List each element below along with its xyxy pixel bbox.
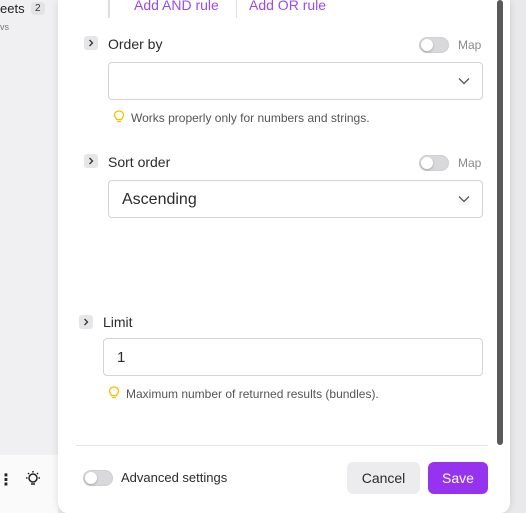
cancel-button[interactable]: Cancel [347,462,420,494]
chevron-down-icon [458,78,470,85]
order-by-map-label: Map [458,38,482,52]
order-by-select[interactable] [108,62,483,100]
background-app-count-badge: 2 [31,2,45,15]
lightbulb-icon [108,386,120,399]
sort-order-map-toggle[interactable] [419,155,449,171]
background-app-title: eets [0,1,25,16]
save-button[interactable]: Save [428,462,488,494]
sort-order-label: Sort order [108,154,171,170]
sort-order-map-label: Map [458,156,482,170]
chevron-right-icon [89,157,94,165]
limit-hint: Maximum number of returned results (bund… [108,386,379,401]
limit-expand-toggle[interactable] [79,315,93,329]
chevron-down-icon [458,196,470,203]
lightbulb-icon [113,110,125,123]
add-or-rule-link[interactable]: Add OR rule [249,0,326,13]
advanced-settings-toggle[interactable] [83,470,113,486]
chevron-right-icon [84,318,89,326]
order-by-expand-toggle[interactable] [84,36,98,50]
more-vertical-icon[interactable]: ⋮ [0,470,14,490]
sort-order-expand-toggle[interactable] [84,154,98,168]
advanced-settings-label: Advanced settings [121,470,228,485]
order-by-label: Order by [108,36,163,52]
order-by-map-toggle[interactable] [419,37,449,53]
panel-scrollbar[interactable] [497,0,503,445]
order-by-hint-text: Works properly only for numbers and stri… [131,111,370,125]
rule-links-group [108,0,110,18]
footer-divider [76,445,488,446]
limit-input-value: 1 [117,349,126,366]
chevron-right-icon [89,39,94,47]
rule-links-divider [236,0,237,18]
limit-label: Limit [103,314,133,330]
add-and-rule-link[interactable]: Add AND rule [134,0,219,13]
background-app-subtitle: vs [0,22,9,32]
limit-input[interactable]: 1 [103,338,483,376]
order-by-hint: Works properly only for numbers and stri… [113,110,370,125]
lightbulb-icon[interactable] [24,470,42,488]
sort-order-select-value: Ascending [122,191,197,208]
sort-order-select[interactable]: Ascending [108,180,483,218]
background-app-strip: eets 2 vs [0,0,58,513]
limit-hint-text: Maximum number of returned results (bund… [126,387,379,401]
